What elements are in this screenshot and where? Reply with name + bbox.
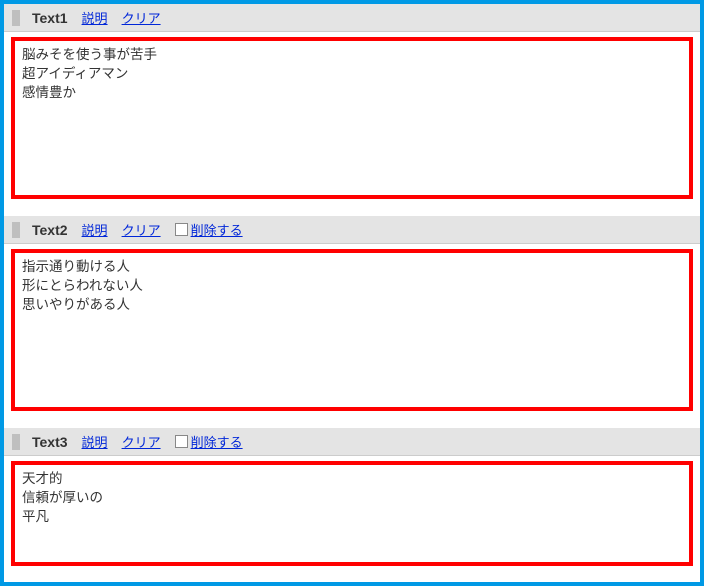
explain-link-3[interactable]: 説明	[82, 432, 108, 451]
explain-link-1[interactable]: 説明	[82, 8, 108, 27]
clear-link-3[interactable]: クリア	[122, 432, 161, 451]
text3-textarea[interactable]	[11, 461, 693, 566]
text2-textarea[interactable]	[11, 249, 693, 411]
delete-group-3: 削除する	[175, 432, 243, 451]
delete-link-3[interactable]: 削除する	[191, 432, 243, 451]
clear-link-1[interactable]: クリア	[122, 8, 161, 27]
section-title-2: Text2	[32, 222, 68, 238]
textarea-wrap-3	[4, 456, 700, 579]
delete-checkbox-2[interactable]	[175, 223, 188, 236]
app-frame: Text1 説明 クリア Text2 説明 クリア 削除する Text3 説明 …	[0, 0, 704, 586]
section-title-1: Text1	[32, 10, 68, 26]
delete-link-2[interactable]: 削除する	[191, 220, 243, 239]
textarea-wrap-2	[4, 244, 700, 424]
delete-checkbox-3[interactable]	[175, 435, 188, 448]
section-header-1: Text1 説明 クリア	[4, 4, 700, 32]
bar-icon	[12, 434, 20, 450]
bar-icon	[12, 222, 20, 238]
delete-group-2: 削除する	[175, 220, 243, 239]
text1-textarea[interactable]	[11, 37, 693, 199]
section-header-2: Text2 説明 クリア 削除する	[4, 216, 700, 244]
clear-link-2[interactable]: クリア	[122, 220, 161, 239]
textarea-wrap-1	[4, 32, 700, 212]
section-title-3: Text3	[32, 434, 68, 450]
section-header-3: Text3 説明 クリア 削除する	[4, 428, 700, 456]
explain-link-2[interactable]: 説明	[82, 220, 108, 239]
bar-icon	[12, 10, 20, 26]
